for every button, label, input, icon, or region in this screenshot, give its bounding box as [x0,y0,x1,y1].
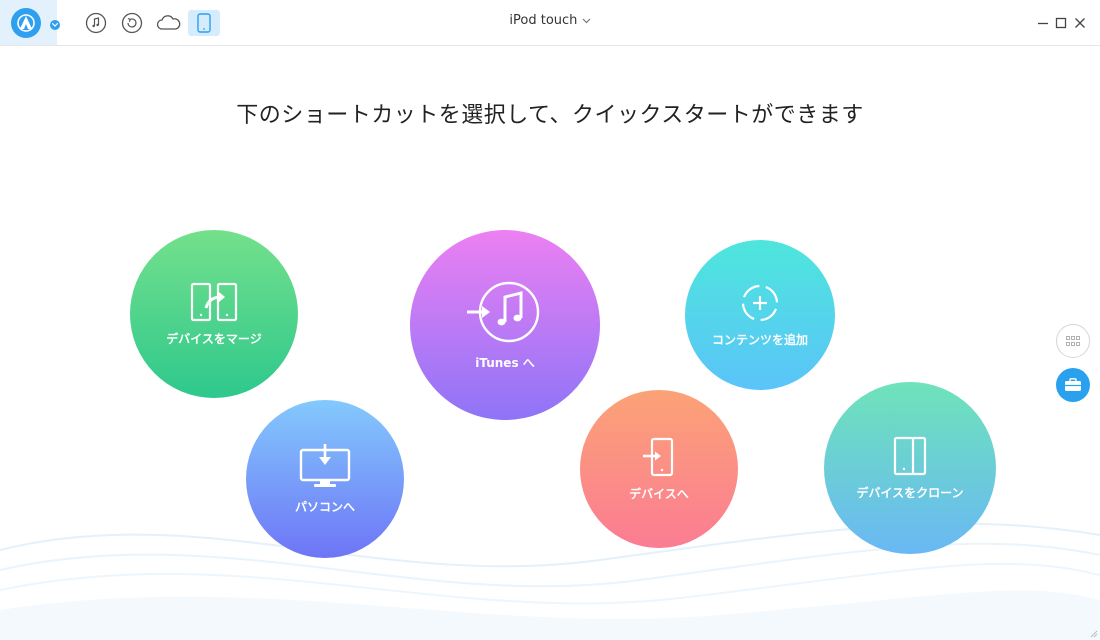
add-content-label: コンテンツを追加 [711,332,808,347]
merge-devices-label: デバイスをマージ [166,331,262,346]
resize-grip-icon[interactable] [1088,628,1098,638]
app-logo-icon [11,8,41,38]
device-selector[interactable]: iPod touch [509,13,591,28]
chevron-down-icon [582,13,591,28]
top-toolbar: iPod touch [0,0,1100,46]
cloud-icon [156,15,181,30]
app-logo-button[interactable] [0,0,60,45]
minimize-button[interactable] [1036,15,1050,29]
grid-view-button[interactable] [1056,324,1090,358]
backup-icon [121,12,143,34]
add-content-button[interactable]: コンテンツを追加 [685,240,835,390]
to-itunes-label: iTunes へ [475,355,535,370]
music-icon [85,12,107,34]
chevron-down-icon[interactable] [50,20,60,30]
cloud-button[interactable] [155,11,183,35]
clone-device-label: デバイスをクローン [856,485,964,500]
close-button[interactable] [1073,15,1087,29]
merge-devices-icon [190,282,238,321]
grid-view-icon [1066,336,1080,346]
itunes-icon [467,281,540,342]
backup-button[interactable] [120,11,144,35]
minimize-icon [1038,22,1048,25]
to-computer-label: パソコンへ [294,499,355,514]
clone-device-button[interactable]: デバイスをクローン [824,382,996,554]
toolbox-button[interactable] [1056,368,1090,402]
close-icon [1075,18,1085,28]
device-button[interactable] [188,10,220,36]
clone-device-icon [893,436,927,475]
merge-devices-button[interactable]: デバイスをマージ [130,230,298,398]
to-device-label: デバイスへ [629,486,689,501]
to-device-button[interactable]: デバイスへ [580,390,738,548]
music-button[interactable] [84,11,108,35]
to-itunes-button[interactable]: iTunes へ [410,230,600,420]
computer-icon [299,443,351,487]
to-device-icon [643,437,674,476]
toolbox-icon [1065,378,1081,391]
maximize-icon [1055,17,1067,29]
to-computer-button[interactable]: パソコンへ [246,400,404,558]
add-content-icon [741,284,779,321]
device-icon [197,13,211,33]
page-headline: 下のショートカットを選択して、クイックスタートができます [236,103,864,128]
maximize-button[interactable] [1054,15,1068,29]
device-name: iPod touch [509,13,578,28]
